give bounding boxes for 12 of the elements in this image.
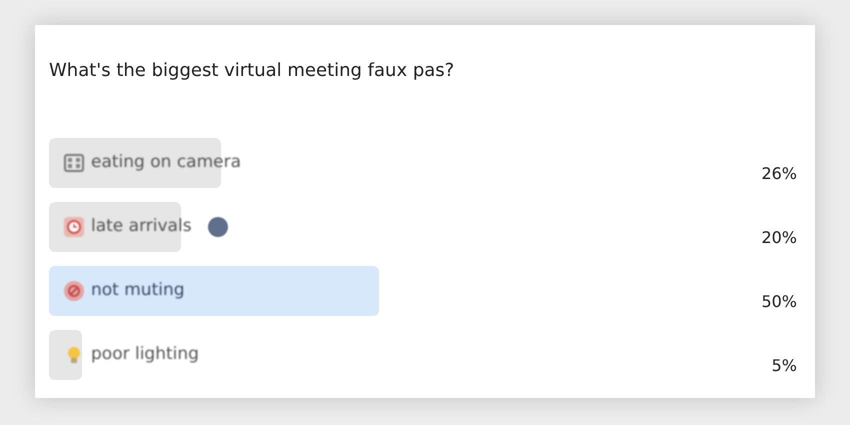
film-icon bbox=[63, 152, 85, 174]
prohibited-icon bbox=[63, 280, 85, 302]
option-label: late arrivals bbox=[91, 215, 192, 238]
poll-question: What's the biggest virtual meeting faux pas? bbox=[49, 59, 456, 83]
option-label: poor lighting bbox=[91, 343, 199, 366]
percent-label: 26% bbox=[761, 163, 797, 185]
option-label: eating on camera bbox=[91, 151, 242, 174]
percent-label: 20% bbox=[761, 227, 797, 249]
option-label: not muting bbox=[91, 279, 185, 302]
percent-label: 5% bbox=[772, 355, 797, 377]
percent-label: 50% bbox=[761, 291, 797, 313]
alarm-clock-icon bbox=[63, 216, 85, 238]
